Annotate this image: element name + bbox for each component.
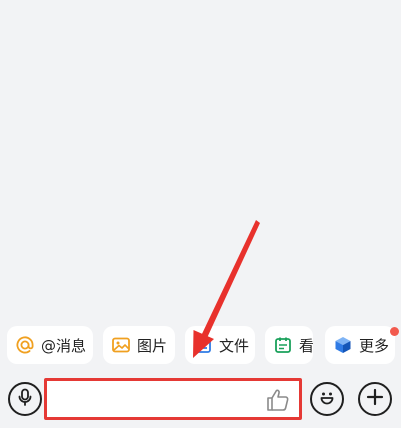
mention-chip-label: @消息 <box>41 336 87 355</box>
at-icon <box>15 335 35 355</box>
chat-screen: @消息 图片 文件 看 更多 <box>0 0 401 428</box>
plus-button[interactable] <box>358 382 392 416</box>
cube-icon <box>333 335 353 355</box>
notification-dot <box>390 327 399 336</box>
mention-chip[interactable]: @消息 <box>7 326 93 364</box>
file-icon <box>193 335 213 355</box>
calendar-icon <box>273 335 293 355</box>
emoji-button[interactable] <box>310 382 344 416</box>
quick-action-bar: @消息 图片 文件 看 更多 <box>0 326 401 364</box>
message-input[interactable] <box>55 385 255 413</box>
emoji-icon <box>316 386 338 412</box>
image-chip-label: 图片 <box>137 336 168 355</box>
more-chip-label: 更多 <box>359 336 390 355</box>
image-chip[interactable]: 图片 <box>103 326 175 364</box>
microphone-icon <box>15 387 35 411</box>
more-chip[interactable]: 更多 <box>325 326 395 364</box>
thumbs-up-icon[interactable] <box>265 387 291 413</box>
image-icon <box>111 335 131 355</box>
file-chip[interactable]: 文件 <box>185 326 255 364</box>
message-input-bar <box>0 372 401 428</box>
watch-chip[interactable]: 看 <box>265 326 313 364</box>
message-text-field[interactable] <box>44 378 302 420</box>
file-chip-label: 文件 <box>219 336 250 355</box>
plus-icon <box>365 387 385 411</box>
voice-button[interactable] <box>8 382 42 416</box>
watch-chip-label: 看 <box>299 336 313 355</box>
